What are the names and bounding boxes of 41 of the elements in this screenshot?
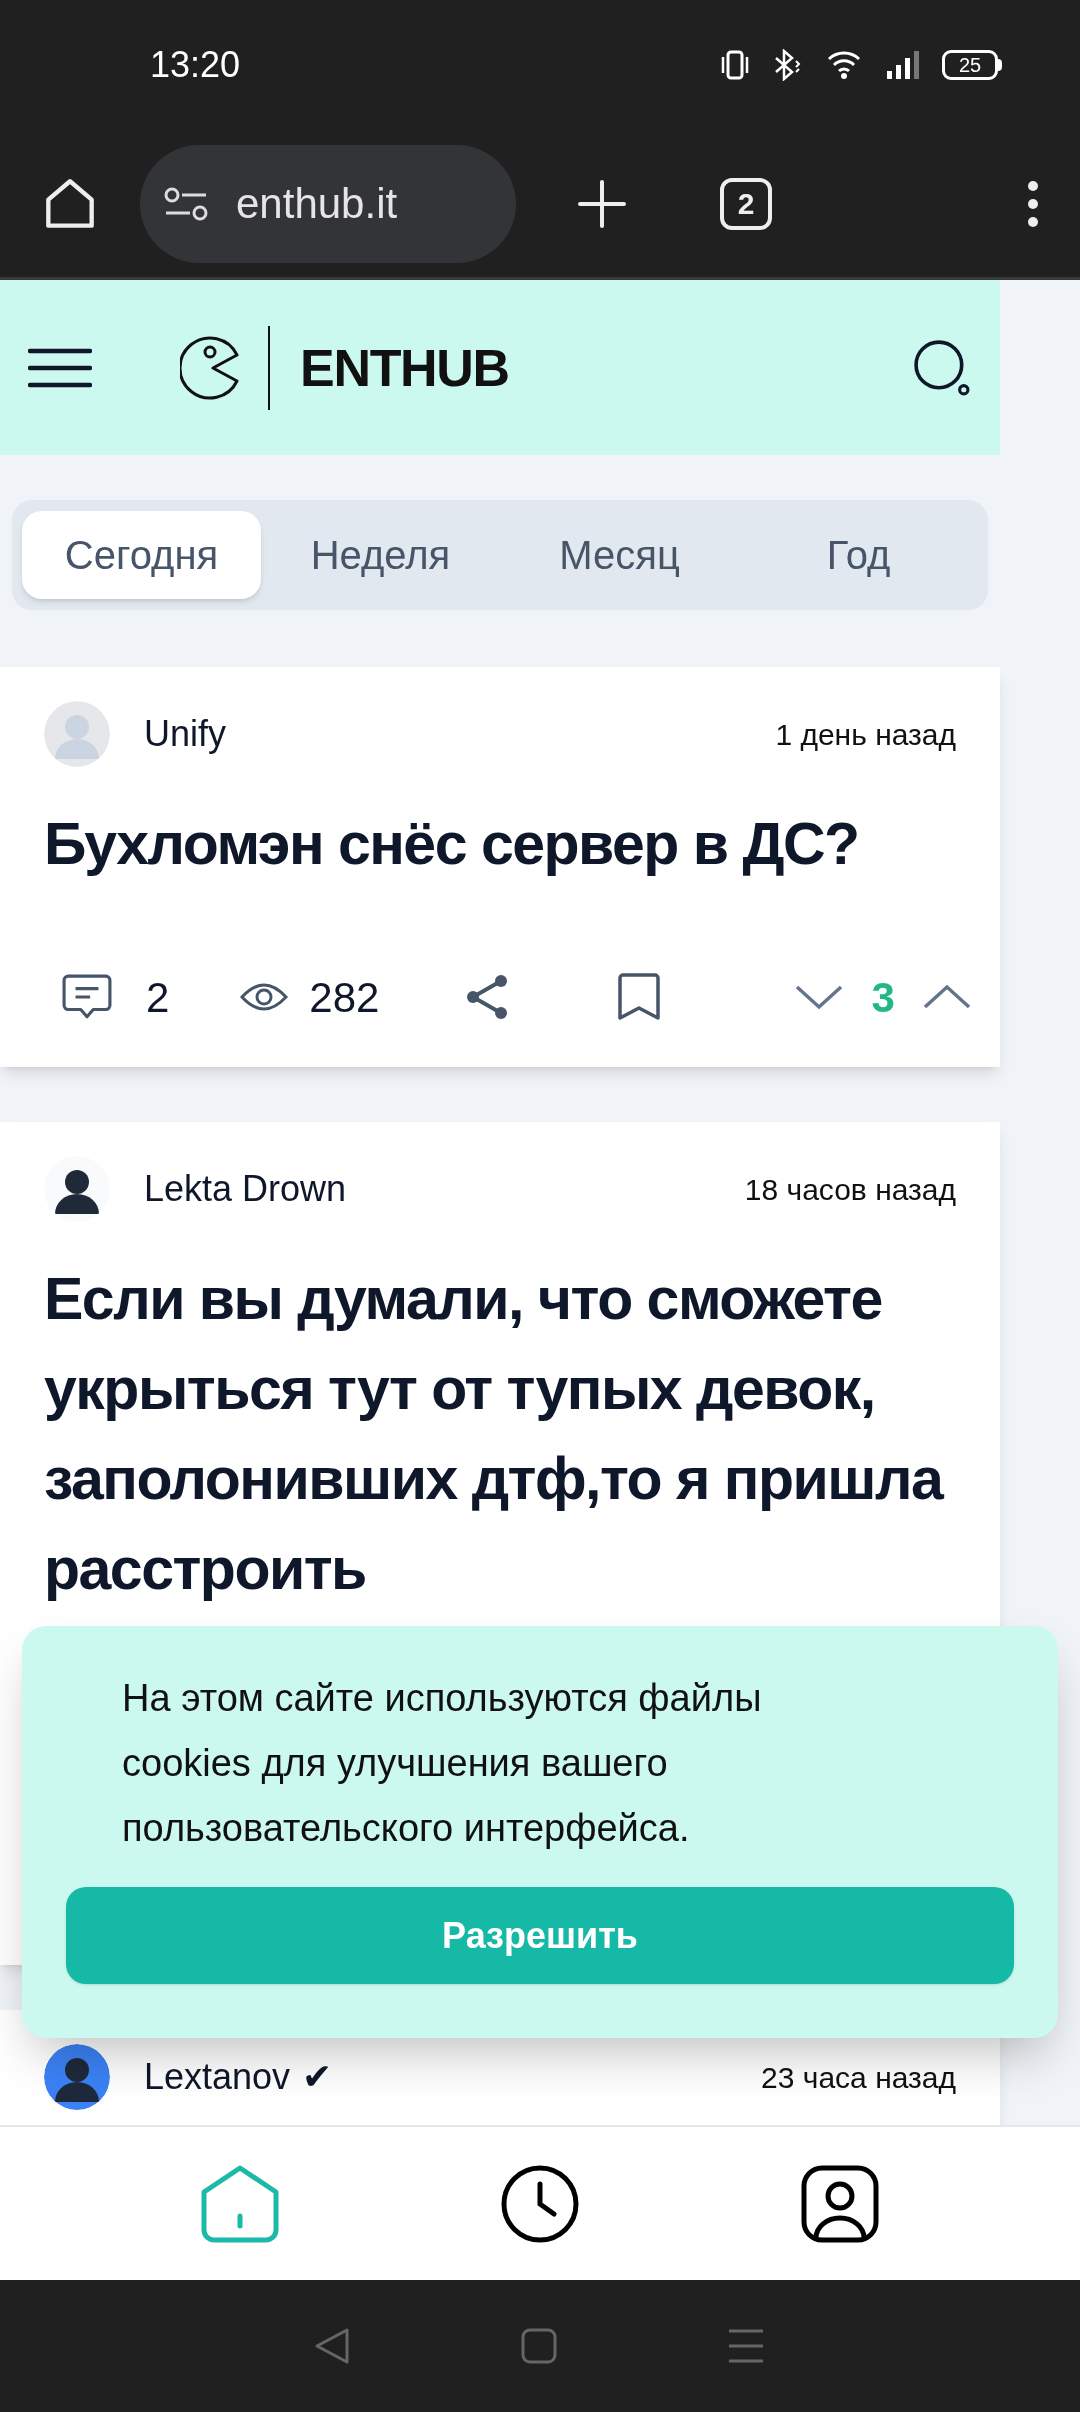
- recents-icon[interactable]: [727, 2328, 765, 2364]
- bookmark-icon[interactable]: [617, 972, 662, 1022]
- status-time: 13:20: [150, 43, 241, 87]
- cookie-notice: На этом сайте используются файлы cookies для улучшения вашего пользовательского интерфейса.: [121, 1676, 763, 1851]
- period-tab[interactable]: Месяц: [500, 511, 739, 599]
- back-icon[interactable]: [315, 2328, 351, 2364]
- home-button-icon[interactable]: [521, 2328, 557, 2364]
- post-title[interactable]: Бухломэн снёс сервер в ДС?: [44, 799, 956, 889]
- verified-mark: ✔: [302, 2055, 333, 2099]
- rating-count: 3: [871, 972, 895, 1023]
- comment-icon[interactable]: [62, 973, 112, 1021]
- history-nav-icon[interactable]: [500, 2163, 580, 2244]
- logo-text[interactable]: ENTHUB: [300, 328, 509, 407]
- upvote-icon[interactable]: [922, 984, 971, 1010]
- post-time: 18 часов назад: [744, 1171, 956, 1208]
- post-time: 1 день назад: [775, 716, 956, 753]
- period-tab[interactable]: Год: [739, 511, 978, 599]
- signal-icon: [886, 49, 920, 81]
- downvote-icon[interactable]: [795, 984, 844, 1010]
- post-time: 23 часа назад: [761, 2059, 956, 2096]
- menu-icon[interactable]: [1026, 179, 1040, 228]
- profile-nav-icon[interactable]: [800, 2163, 880, 2244]
- home-icon[interactable]: [44, 177, 96, 230]
- author-name[interactable]: Unify: [144, 707, 227, 761]
- avatar[interactable]: [44, 1156, 110, 1222]
- post-title[interactable]: Если вы думали, что сможете укрыться тут от тупых девок, заполонивших дтф,то я пришла расстроить: [44, 1254, 956, 1614]
- search-icon[interactable]: [914, 339, 970, 396]
- tab-count-button[interactable]: 2: [720, 177, 772, 230]
- address-bar[interactable]: enthub.it: [140, 144, 516, 263]
- battery-icon: 25: [942, 50, 998, 80]
- period-tab[interactable]: Неделя: [261, 511, 500, 599]
- period-tab[interactable]: Сегодня: [22, 511, 261, 599]
- author-name[interactable]: Lextanov: [144, 2050, 291, 2104]
- author-name[interactable]: Lekta Drown: [144, 1162, 347, 1216]
- comment-count: 2: [146, 972, 170, 1023]
- avatar[interactable]: [44, 2044, 110, 2110]
- menu-icon[interactable]: [28, 347, 92, 388]
- site-settings-icon[interactable]: [164, 186, 210, 221]
- vibrate-icon: [720, 49, 750, 81]
- view-count: 282: [309, 972, 380, 1023]
- new-tab-icon[interactable]: [578, 179, 626, 228]
